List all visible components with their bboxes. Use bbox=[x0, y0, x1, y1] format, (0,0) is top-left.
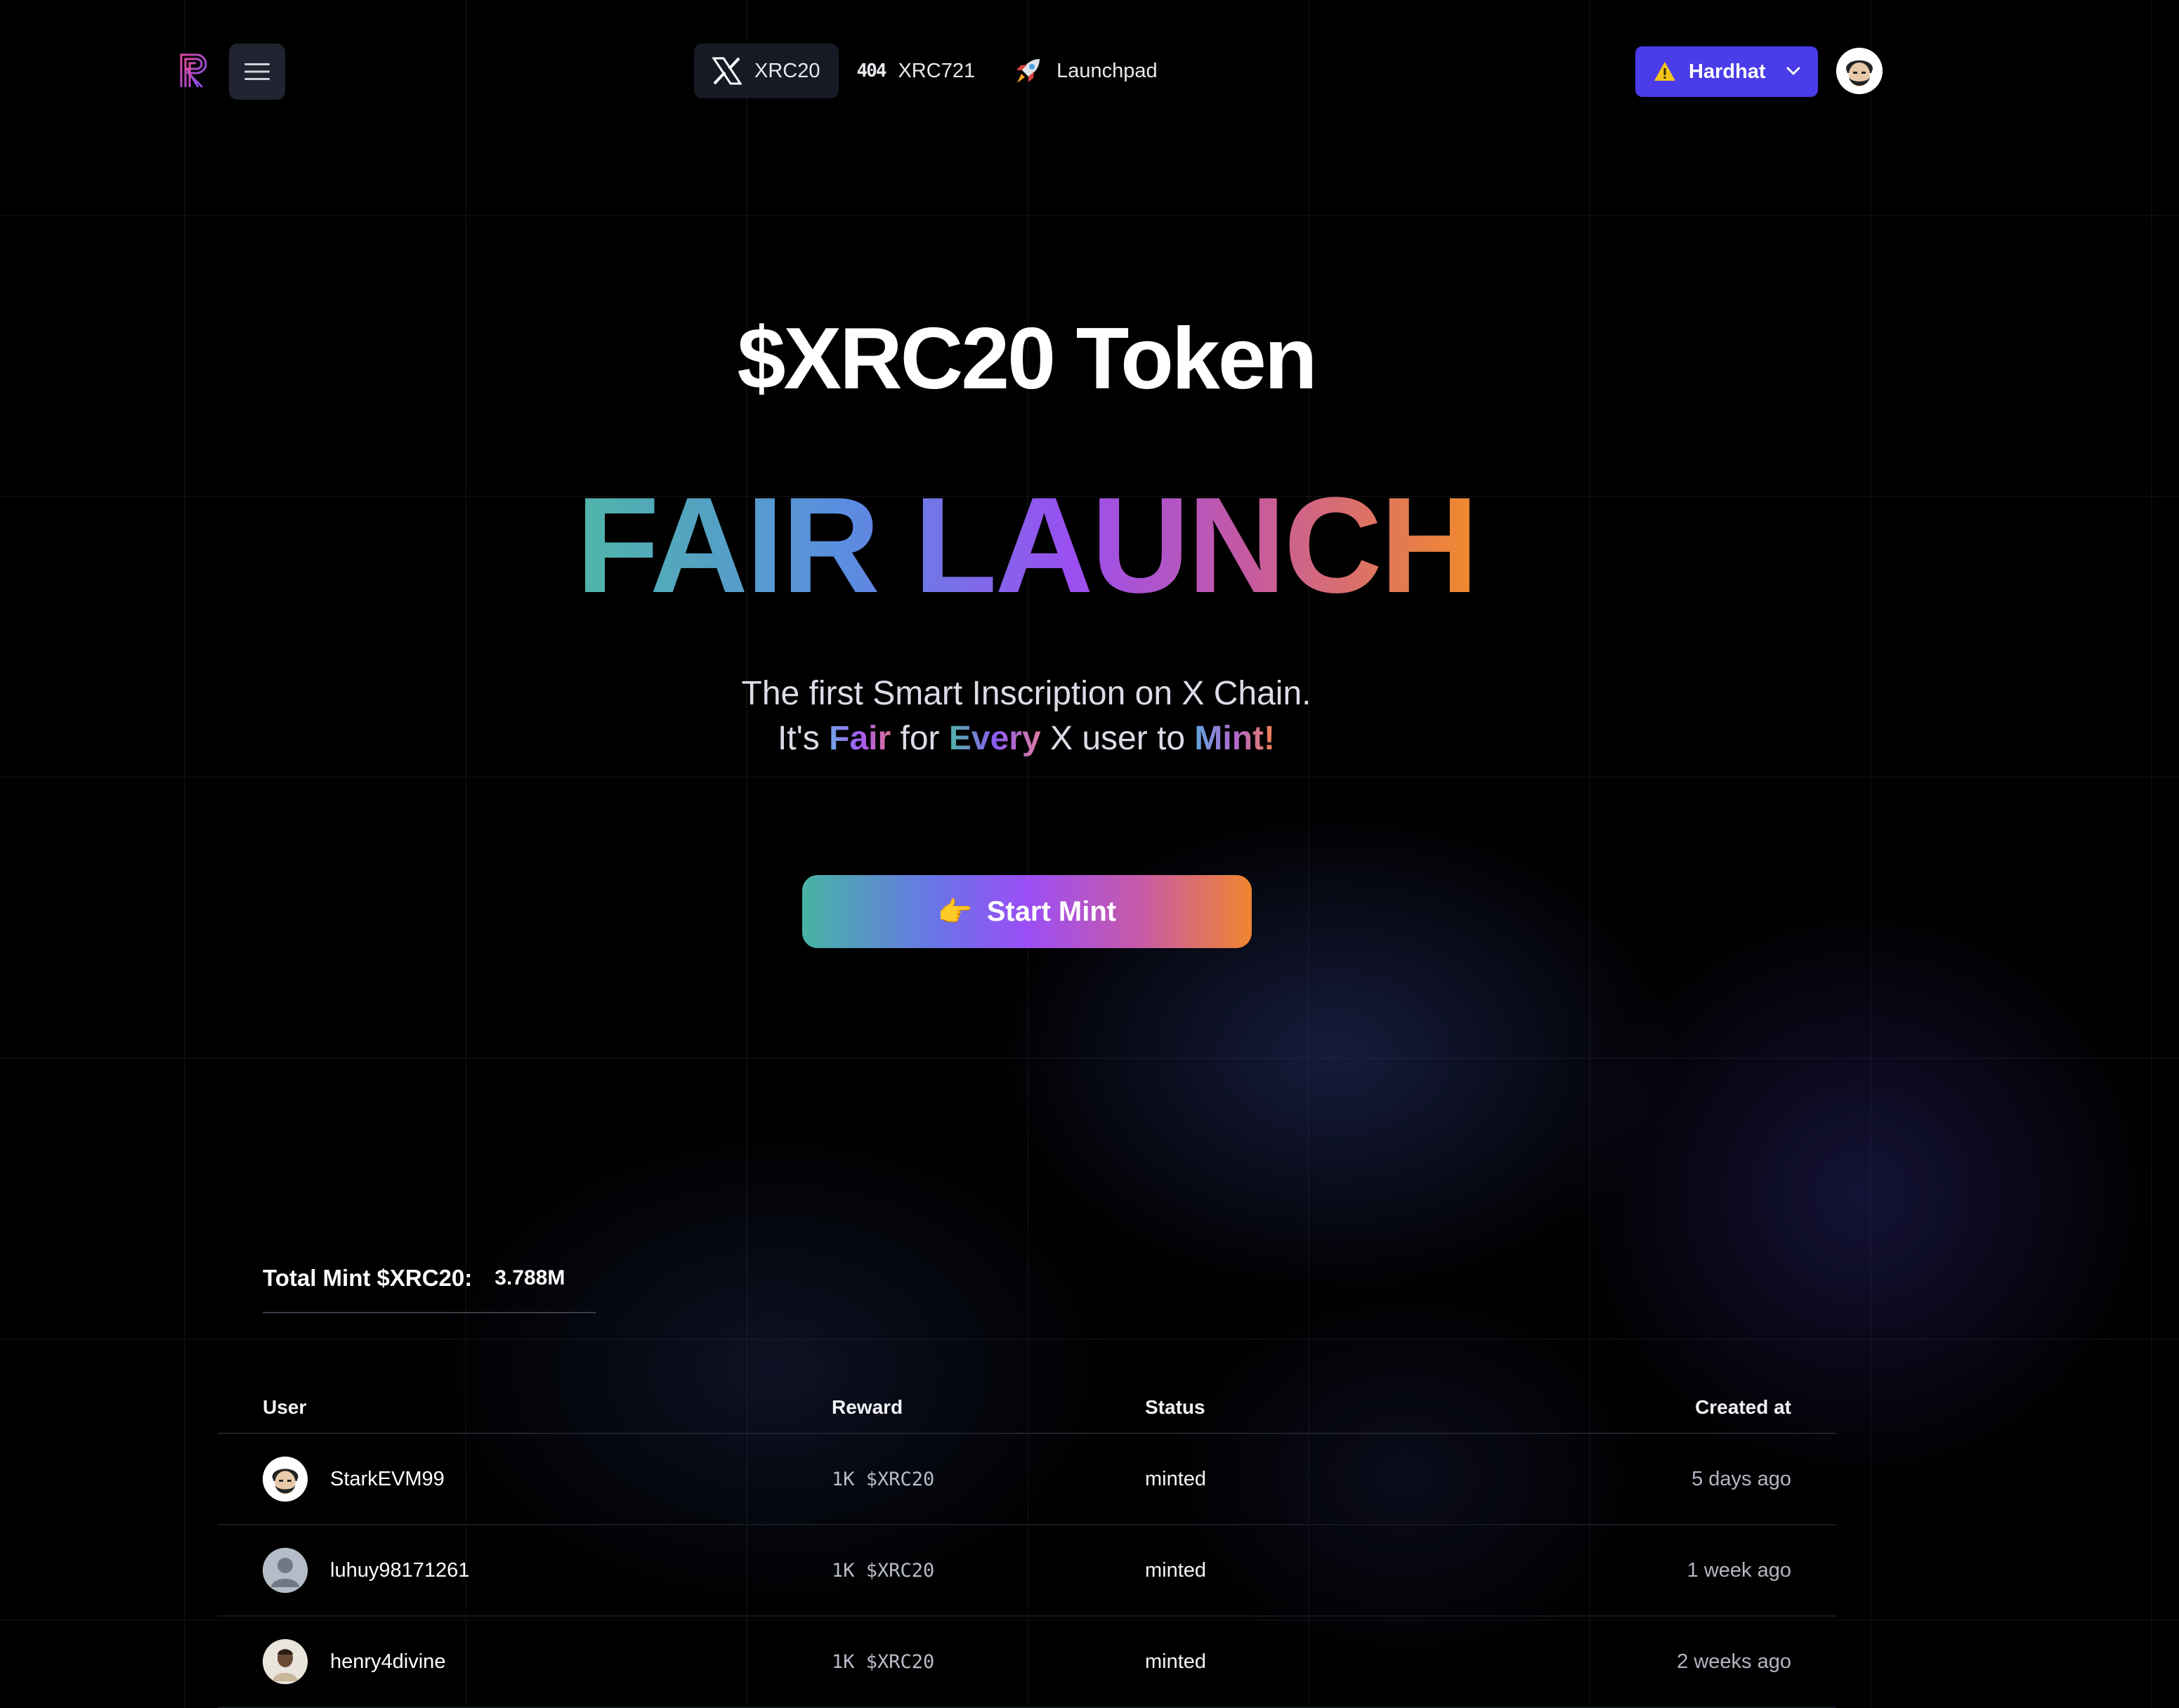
pointing-hand-icon: 👉 bbox=[937, 896, 973, 928]
created-cell: 1 week ago bbox=[1687, 1558, 1791, 1582]
highlight-mint: Mint! bbox=[1194, 720, 1276, 757]
tab-xrc721[interactable]: 404 XRC721 bbox=[839, 44, 994, 98]
subtitle-text: It's bbox=[777, 720, 830, 757]
tab-xrc20-label: XRC20 bbox=[754, 59, 820, 82]
avatar bbox=[263, 1639, 308, 1684]
reward-cell: 1K $XRC20 bbox=[832, 1559, 935, 1582]
column-header-status: Status bbox=[1145, 1396, 1205, 1418]
network-selector-button[interactable]: Hardhat bbox=[1635, 46, 1818, 97]
warning-icon bbox=[1654, 62, 1675, 81]
column-header-reward: Reward bbox=[832, 1396, 903, 1418]
subtitle-text: for bbox=[891, 720, 949, 757]
user-cell: luhuy98171261 bbox=[218, 1548, 832, 1593]
table-header: User Reward Status Created at bbox=[218, 1382, 1836, 1434]
404-icon: 404 bbox=[856, 60, 887, 81]
tab-launchpad[interactable]: Launchpad bbox=[993, 44, 1176, 98]
user-cell: StarkEVM99 bbox=[218, 1457, 832, 1502]
table-row[interactable]: StarkEVM99 1K $XRC20 minted 5 days ago bbox=[218, 1434, 1836, 1525]
table-row[interactable]: luhuy98171261 1K $XRC20 minted 1 week ag… bbox=[218, 1525, 1836, 1617]
subtitle-line-2: It's Fair for Every X user to Mint! bbox=[0, 716, 2053, 761]
subtitle-line-1: The first Smart Inscription on X Chain. bbox=[741, 675, 1311, 712]
headline-text: FAIR LAUNCH bbox=[576, 469, 1479, 622]
hamburger-menu-button[interactable] bbox=[229, 44, 285, 100]
start-mint-label: Start Mint bbox=[986, 895, 1117, 927]
column-header-created: Created at bbox=[1695, 1396, 1791, 1418]
user-name: luhuy98171261 bbox=[330, 1558, 470, 1582]
chevron-down-icon bbox=[1786, 67, 1800, 75]
total-mint-label: Total Mint $XRC20: bbox=[263, 1265, 473, 1291]
user-cell: henry4divine bbox=[218, 1639, 832, 1684]
status-cell: minted bbox=[1145, 1650, 1207, 1673]
hero-subtitle: The first Smart Inscription on X Chain. … bbox=[0, 671, 2053, 761]
network-label: Hardhat bbox=[1689, 60, 1766, 83]
rocket-icon bbox=[1012, 55, 1044, 87]
tab-xrc20[interactable]: XRC20 bbox=[694, 44, 839, 98]
reward-cell: 1K $XRC20 bbox=[832, 1468, 935, 1490]
menu-icon bbox=[244, 63, 270, 80]
total-mint-stat: Total Mint $XRC20: 3.788M bbox=[263, 1257, 596, 1313]
reward-cell: 1K $XRC20 bbox=[832, 1650, 935, 1673]
highlight-fair: Fair bbox=[829, 720, 891, 757]
tab-launchpad-label: Launchpad bbox=[1056, 59, 1158, 82]
table-row[interactable]: henry4divine 1K $XRC20 minted 2 weeks ag… bbox=[218, 1617, 1836, 1708]
created-cell: 2 weeks ago bbox=[1677, 1650, 1791, 1673]
user-name: henry4divine bbox=[330, 1650, 446, 1673]
highlight-every: Every bbox=[948, 720, 1041, 757]
avatar bbox=[263, 1548, 308, 1593]
subtitle-text: X user to bbox=[1040, 720, 1195, 757]
user-avatar[interactable] bbox=[1836, 48, 1883, 94]
start-mint-button[interactable]: 👉 Start Mint bbox=[802, 875, 1252, 948]
user-name: StarkEVM99 bbox=[330, 1467, 445, 1490]
status-cell: minted bbox=[1145, 1467, 1207, 1490]
app-logo[interactable] bbox=[178, 52, 212, 88]
main-nav: XRC20 404 XRC721 Launchpad bbox=[694, 44, 1176, 98]
top-navbar: XRC20 404 XRC721 Launchpad Hardhat bbox=[0, 0, 2179, 143]
tab-xrc721-label: XRC721 bbox=[898, 59, 976, 82]
total-mint-value: 3.788M bbox=[495, 1266, 565, 1289]
fair-launch-headline: FAIR LAUNCH bbox=[0, 478, 2053, 614]
page-title: $XRC20 Token bbox=[737, 310, 1317, 407]
column-header-user: User bbox=[263, 1396, 307, 1418]
x-logo-icon bbox=[712, 57, 742, 85]
mint-history-table: User Reward Status Created at StarkEVM99… bbox=[218, 1382, 1836, 1708]
avatar bbox=[263, 1457, 308, 1502]
created-cell: 5 days ago bbox=[1691, 1467, 1791, 1490]
status-cell: minted bbox=[1145, 1558, 1207, 1582]
